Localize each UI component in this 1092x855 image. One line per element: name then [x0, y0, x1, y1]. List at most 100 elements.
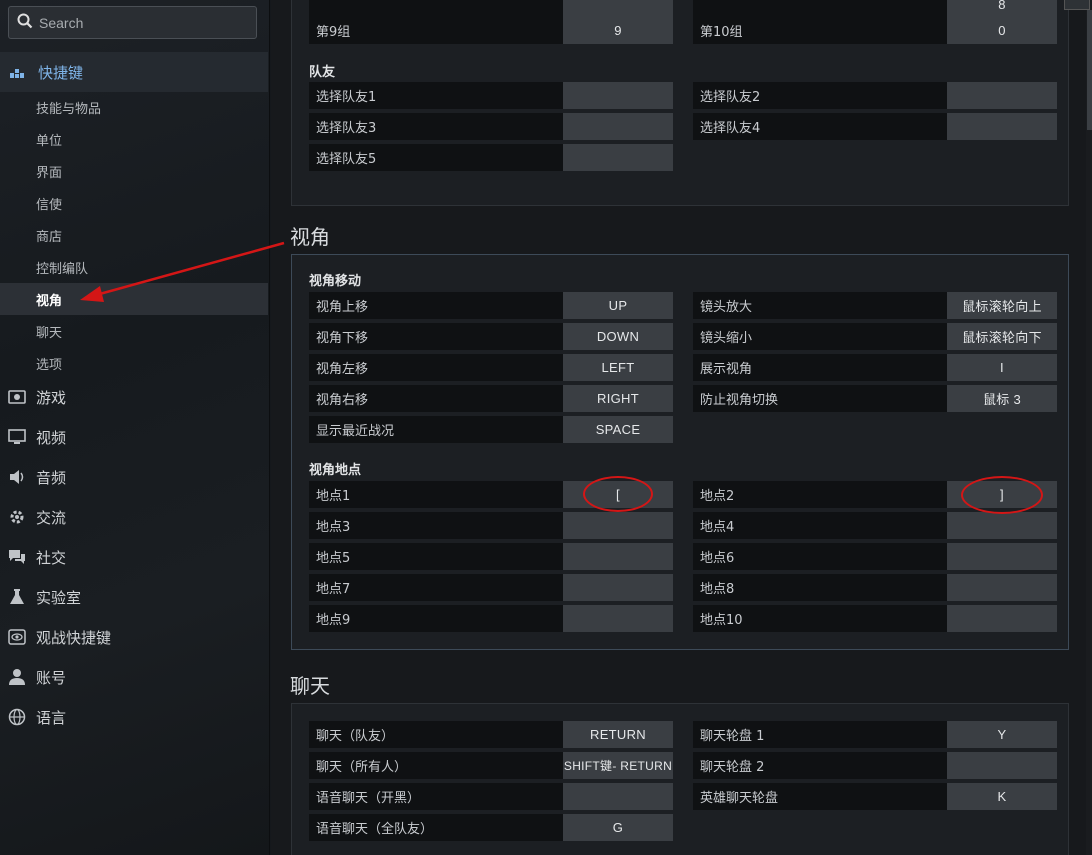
hotkey-label: 视角右移 [309, 385, 563, 412]
hotkey-label: 聊天（所有人） [309, 752, 563, 779]
hotkey-row: 镜头放大 鼠标滚轮向上 [693, 292, 1057, 319]
hotkey-key[interactable]: 0 [947, 17, 1057, 44]
hotkey-key[interactable] [947, 512, 1057, 539]
section-title-chat: 聊天 [290, 674, 330, 698]
hotkey-key[interactable] [563, 605, 673, 632]
search-input[interactable] [39, 14, 239, 31]
sidebar-item-label: 选项 [36, 357, 63, 373]
sidebar-item-chat[interactable]: 聊天 [0, 315, 268, 347]
nav-item-label: 游戏 [36, 388, 67, 407]
hotkey-label: 视角下移 [309, 323, 563, 350]
hotkey-key[interactable]: G [563, 814, 673, 841]
control-groups-panel: 8 第9组 9 第10组 0 队友 选择队友1 选择队友2 选择队友3 选择队友… [291, 0, 1069, 206]
hotkey-key[interactable] [563, 82, 673, 109]
hotkey-row: 语音聊天（全队友） G [309, 814, 673, 841]
nav-item-social[interactable]: 社交 [0, 537, 268, 577]
hotkey-key[interactable] [563, 113, 673, 140]
hotkey-label: 聊天（队友） [309, 721, 563, 748]
hotkey-key[interactable]: 9 [563, 17, 673, 44]
nav-item-audio[interactable]: 音频 [0, 457, 268, 497]
close-button[interactable] [1064, 0, 1090, 10]
nav-item-language[interactable]: 语言 [0, 697, 268, 737]
hotkey-key[interactable] [947, 113, 1057, 140]
sidebar-item-label: 商店 [36, 229, 63, 245]
search-box[interactable] [8, 6, 257, 39]
hotkey-key[interactable]: SPACE [563, 416, 673, 443]
hotkey-key[interactable]: I [947, 354, 1057, 381]
hotkey-row: 镜头缩小 鼠标滚轮向下 [693, 323, 1057, 350]
speaker-icon [8, 468, 26, 486]
nav-item-video[interactable]: 视频 [0, 417, 268, 457]
hotkey-row: 选择队友5 [309, 144, 673, 171]
hotkey-key[interactable] [947, 543, 1057, 570]
sidebar-item-units[interactable]: 单位 [0, 123, 268, 155]
hotkey-key[interactable]: Y [947, 721, 1057, 748]
sidebar-item-camera[interactable]: 视角 [0, 283, 268, 315]
nav-item-label: 社交 [36, 548, 67, 567]
hotkey-row: 选择队友4 [693, 113, 1057, 140]
hotkey-key[interactable]: K [947, 783, 1057, 810]
hotkey-key[interactable]: SHIFT键- RETURN [563, 752, 673, 779]
hotkey-row: 地点8 [693, 574, 1057, 601]
hotkey-label: 地点10 [693, 605, 947, 632]
hotkey-key[interactable]: LEFT [563, 354, 673, 381]
hotkey-key[interactable]: RETURN [563, 721, 673, 748]
nav-item-label: 实验室 [36, 588, 82, 607]
sidebar-item-shop[interactable]: 商店 [0, 219, 268, 251]
hotkey-key[interactable]: UP [563, 292, 673, 319]
hotkey-label: 展示视角 [693, 354, 947, 381]
hotkey-key[interactable] [563, 543, 673, 570]
nav-item-label: 视频 [36, 428, 67, 447]
nav-item-communication[interactable]: 交流 [0, 497, 268, 537]
nav-item-lab[interactable]: 实验室 [0, 577, 268, 617]
hotkey-row: 聊天轮盘 2 [693, 752, 1057, 779]
hotkey-key[interactable] [947, 574, 1057, 601]
sidebar-item-abilities[interactable]: 技能与物品 [0, 91, 268, 123]
hotkey-key[interactable] [563, 144, 673, 171]
settings-content: 8 第9组 9 第10组 0 队友 选择队友1 选择队友2 选择队友3 选择队友… [271, 0, 1086, 855]
hotkey-label: 防止视角切换 [693, 385, 947, 412]
hotkey-key[interactable] [563, 783, 673, 810]
hotkey-key[interactable] [563, 512, 673, 539]
chat-icon [8, 548, 26, 566]
hotkey-key[interactable]: 鼠标滚轮向下 [947, 323, 1057, 350]
sidebar-item-label: 单位 [36, 133, 63, 149]
nav-item-game[interactable]: 游戏 [0, 377, 268, 417]
nav-item-account[interactable]: 账号 [0, 657, 268, 697]
hotkey-row: 选择队友1 [309, 82, 673, 109]
hotkey-row [309, 0, 673, 18]
monitor-icon [8, 428, 26, 446]
hotkey-row: 视角上移 UP [309, 292, 673, 319]
hotkey-row: 第9组 9 [309, 17, 673, 44]
hotkey-row: 英雄聊天轮盘 K [693, 783, 1057, 810]
hotkey-row: 视角下移 DOWN [309, 323, 673, 350]
scrollbar-thumb[interactable] [1087, 10, 1092, 130]
hotkey-row: 地点4 [693, 512, 1057, 539]
sidebar-item-label: 控制编队 [36, 261, 89, 277]
hotkey-key[interactable]: DOWN [563, 323, 673, 350]
hotkey-key[interactable] [563, 574, 673, 601]
nav-item-spectator-hotkeys[interactable]: 观战快捷键 [0, 617, 268, 657]
annotation-circle [583, 476, 653, 512]
hotkey-key[interactable] [947, 82, 1057, 109]
nav-item-label: 账号 [36, 668, 67, 687]
hotkey-row: 选择队友3 [309, 113, 673, 140]
hotkey-key[interactable] [947, 605, 1057, 632]
hotkey-row: 8 [693, 0, 1057, 18]
nav-item-hotkeys[interactable]: 快捷键 [0, 52, 268, 92]
hotkey-key[interactable]: RIGHT [563, 385, 673, 412]
hotkey-key[interactable]: 8 [947, 0, 1057, 18]
hotkey-key[interactable] [947, 752, 1057, 779]
hotkey-key[interactable]: 鼠标 3 [947, 385, 1057, 412]
sidebar-item-options[interactable]: 选项 [0, 347, 268, 379]
hotkey-label: 地点5 [309, 543, 563, 570]
sidebar-item-control-groups[interactable]: 控制编队 [0, 251, 268, 283]
sidebar-item-interface[interactable]: 界面 [0, 155, 268, 187]
hotkey-key[interactable] [563, 0, 673, 18]
hotkey-row: 第10组 0 [693, 17, 1057, 44]
hotkey-label: 地点6 [693, 543, 947, 570]
hotkey-key[interactable]: 鼠标滚轮向上 [947, 292, 1057, 319]
hotkey-label: 地点1 [309, 481, 563, 508]
hotkey-label: 聊天轮盘 2 [693, 752, 947, 779]
sidebar-item-courier[interactable]: 信使 [0, 187, 268, 219]
